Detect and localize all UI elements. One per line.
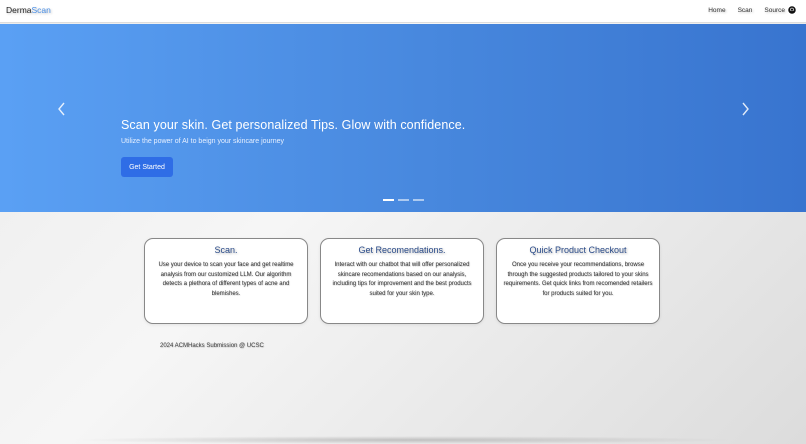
- card-text: Once you receive your recommendations, b…: [503, 262, 653, 297]
- nav-link-scan[interactable]: Scan: [738, 7, 753, 14]
- carousel-indicator-2[interactable]: [398, 199, 409, 201]
- feature-card-checkout: Quick Product Checkout Once you receive …: [496, 238, 660, 324]
- brand-logo[interactable]: DermaScan: [6, 5, 51, 15]
- feature-card-scan: Scan. Use your device to scan your face …: [144, 238, 308, 324]
- carousel-indicator-3[interactable]: [413, 199, 424, 201]
- hero-carousel: Scan your skin. Get personalized Tips. G…: [0, 24, 806, 212]
- card-text: Use your device to scan your face and ge…: [158, 262, 294, 297]
- nav-link-source[interactable]: Source: [764, 6, 796, 14]
- github-icon: [788, 6, 796, 14]
- get-started-button[interactable]: Get Started: [121, 157, 173, 177]
- card-title: Get Recomendations.: [358, 245, 446, 255]
- nav-link-source-label: Source: [764, 6, 785, 14]
- carousel-indicators: [383, 199, 428, 201]
- brand-name: Derma: [6, 5, 32, 15]
- card-text: Interact with our chatbot that will offe…: [332, 262, 472, 297]
- chevron-right-icon: [742, 102, 749, 116]
- card-title: Quick Product Checkout: [529, 245, 627, 255]
- nav-links: Home Scan Source: [708, 6, 806, 14]
- hero-title: Scan your skin. Get personalized Tips. G…: [121, 118, 466, 132]
- carousel-next-button[interactable]: [739, 102, 751, 116]
- brand-name-accent: Scan: [31, 5, 51, 15]
- card-title: Scan.: [214, 245, 238, 255]
- feature-card-recommendations: Get Recomendations. Interact with our ch…: [320, 238, 484, 324]
- nav-link-home[interactable]: Home: [708, 7, 725, 14]
- carousel-indicator-1[interactable]: [383, 199, 394, 201]
- footer-text: 2024 ACMHacks Submission @ UCSC: [160, 343, 264, 349]
- carousel-prev-button[interactable]: [56, 102, 68, 116]
- hero-subtitle: Utilize the power of AI to beign your sk…: [121, 138, 285, 145]
- page-bottom-shadow: [70, 436, 736, 444]
- navbar: DermaScan Home Scan Source: [0, 0, 806, 23]
- chevron-left-icon: [58, 102, 65, 116]
